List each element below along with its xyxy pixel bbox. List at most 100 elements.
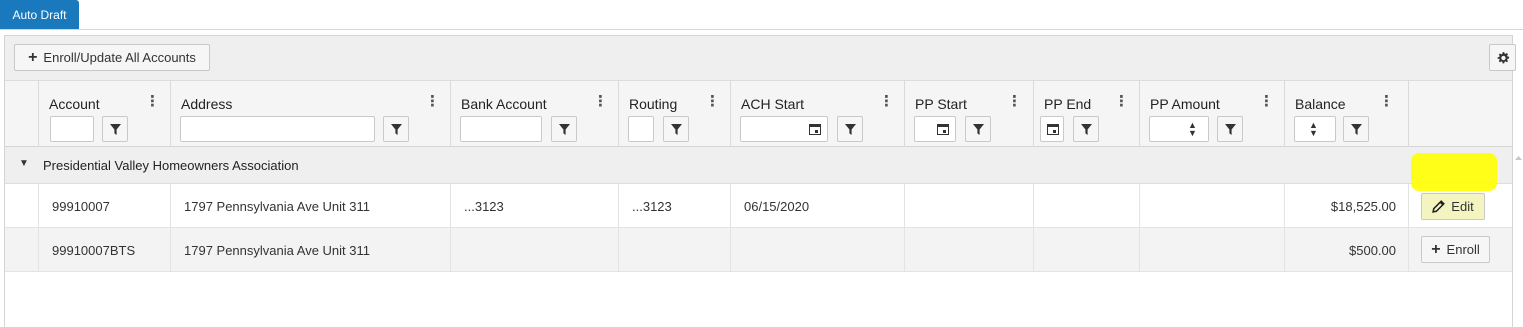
column-header-actions [1408,81,1512,147]
filter-icon [972,123,984,135]
pp-start-filter-button[interactable] [965,116,991,142]
auto-draft-grid: + Enroll/Update All Accounts Account ⋮ A… [4,35,1516,327]
cell-address: 1797 Pennsylvania Ave Unit 311 [170,228,450,272]
address-filter-input[interactable] [180,116,375,142]
calendar-icon[interactable] [809,123,821,135]
pp-start-date-input[interactable] [914,116,956,142]
routing-filter-button[interactable] [663,116,689,142]
routing-filter-input[interactable] [628,116,654,142]
vertical-dots-icon[interactable]: ⋮ [879,92,894,110]
ach-start-filter-button[interactable] [837,116,863,142]
column-header-account: Account ⋮ [38,81,170,147]
pp-end-date-input[interactable] [1040,116,1064,142]
cell-pp-end [1033,184,1139,228]
bank-account-filter-input[interactable] [460,116,542,142]
table-row: 99910007 1797 Pennsylvania Ave Unit 311 … [5,184,1512,228]
calendar-icon[interactable] [1047,123,1059,135]
cell-ach-start [730,228,904,272]
column-header-balance: Balance ⋮ ▲ ▼ [1284,81,1408,147]
column-header-ach-start: ACH Start ⋮ [730,81,904,147]
column-title-address: Address [181,96,233,112]
pencil-icon [1432,200,1446,213]
enroll-button[interactable]: + Enroll [1421,236,1490,263]
pp-end-filter-button[interactable] [1073,116,1099,142]
filter-icon [109,123,121,135]
cell-pp-amount [1139,228,1284,272]
vertical-dots-icon[interactable]: ⋮ [1007,92,1022,110]
gear-icon [1497,51,1509,63]
balance-numeric-input[interactable]: ▲ ▼ [1294,116,1336,142]
column-header-routing: Routing ⋮ [618,81,730,147]
tab-label: Auto Draft [12,7,67,22]
filter-icon [558,123,570,135]
group-row[interactable]: ▼ Presidential Valley Homeowners Associa… [5,147,1512,184]
filter-icon [1350,123,1362,135]
vertical-dots-icon[interactable]: ⋮ [1114,92,1129,110]
column-header-address: Address ⋮ [170,81,450,147]
vertical-dots-icon[interactable]: ⋮ [425,92,440,110]
vertical-dots-icon[interactable]: ⋮ [593,92,608,110]
column-title-ach-start: ACH Start [741,96,805,112]
table-row: 99910007BTS 1797 Pennsylvania Ave Unit 3… [5,228,1512,272]
group-name: Presidential Valley Homeowners Associati… [43,158,299,173]
cell-pp-amount [1139,184,1284,228]
cell-pp-start [904,184,1033,228]
column-header-pp-start: PP Start ⋮ [904,81,1033,147]
cell-routing [618,228,730,272]
filter-icon [1080,123,1092,135]
column-title-balance: Balance [1295,96,1346,112]
column-title-pp-start: PP Start [915,96,967,112]
highlight-marker [1411,153,1497,191]
plus-icon: + [28,48,38,66]
pp-amount-filter-button[interactable] [1217,116,1243,142]
cell-bank-account [450,228,618,272]
tab-divider [0,29,1523,30]
edit-button-label: Edit [1451,199,1474,214]
grid-toolbar: + Enroll/Update All Accounts [5,36,1516,81]
filter-icon [670,123,682,135]
vertical-dots-icon[interactable]: ⋮ [1379,92,1394,110]
column-header-row: Account ⋮ Address ⋮ Bank Account ⋮ Routi… [5,81,1512,147]
spinner-icon[interactable]: ▲ ▼ [1309,121,1318,138]
cell-address: 1797 Pennsylvania Ave Unit 311 [170,184,450,228]
plus-icon: + [1431,240,1441,258]
enroll-all-label: Enroll/Update All Accounts [43,50,196,65]
vertical-dots-icon[interactable]: ⋮ [705,92,720,110]
pp-amount-numeric-input[interactable]: ▲ ▼ [1149,116,1209,142]
cell-account: 99910007 [38,184,170,228]
column-title-pp-end: PP End [1044,96,1092,112]
ach-start-date-input[interactable] [740,116,828,142]
tab-auto-draft[interactable]: Auto Draft [0,0,79,29]
column-title-account: Account [49,96,100,112]
column-header-bank-account: Bank Account ⋮ [450,81,618,147]
vertical-dots-icon[interactable]: ⋮ [1259,92,1274,110]
balance-filter-button[interactable] [1343,116,1369,142]
vertical-dots-icon[interactable]: ⋮ [145,92,160,110]
column-header-pp-end: PP End ⋮ [1033,81,1139,147]
enroll-update-all-button[interactable]: + Enroll/Update All Accounts [14,44,210,71]
bank-account-filter-button[interactable] [551,116,577,142]
column-title-bank-account: Bank Account [461,96,547,112]
cell-pp-end [1033,228,1139,272]
scrollbar[interactable] [1514,150,1523,327]
column-title-pp-amount: PP Amount [1150,96,1220,112]
address-filter-button[interactable] [383,116,409,142]
cell-bank-account: ...3123 [450,184,618,228]
edit-button[interactable]: Edit [1421,193,1485,220]
caret-down-icon[interactable]: ▼ [19,158,29,169]
enroll-button-label: Enroll [1446,242,1480,257]
settings-button[interactable] [1489,44,1516,71]
account-filter-input[interactable] [50,116,94,142]
filter-icon [1224,123,1236,135]
cell-ach-start: 06/15/2020 [730,184,904,228]
column-title-routing: Routing [629,96,678,112]
filter-icon [844,123,856,135]
spinner-icon[interactable]: ▲ ▼ [1188,121,1197,138]
scroll-up-icon[interactable] [1514,154,1523,163]
calendar-icon[interactable] [937,123,949,135]
column-header-pp-amount: PP Amount ⋮ ▲ ▼ [1139,81,1284,147]
cell-balance: $18,525.00 [1284,184,1408,228]
cell-balance: $500.00 [1284,228,1408,272]
account-filter-button[interactable] [102,116,128,142]
cell-routing: ...3123 [618,184,730,228]
